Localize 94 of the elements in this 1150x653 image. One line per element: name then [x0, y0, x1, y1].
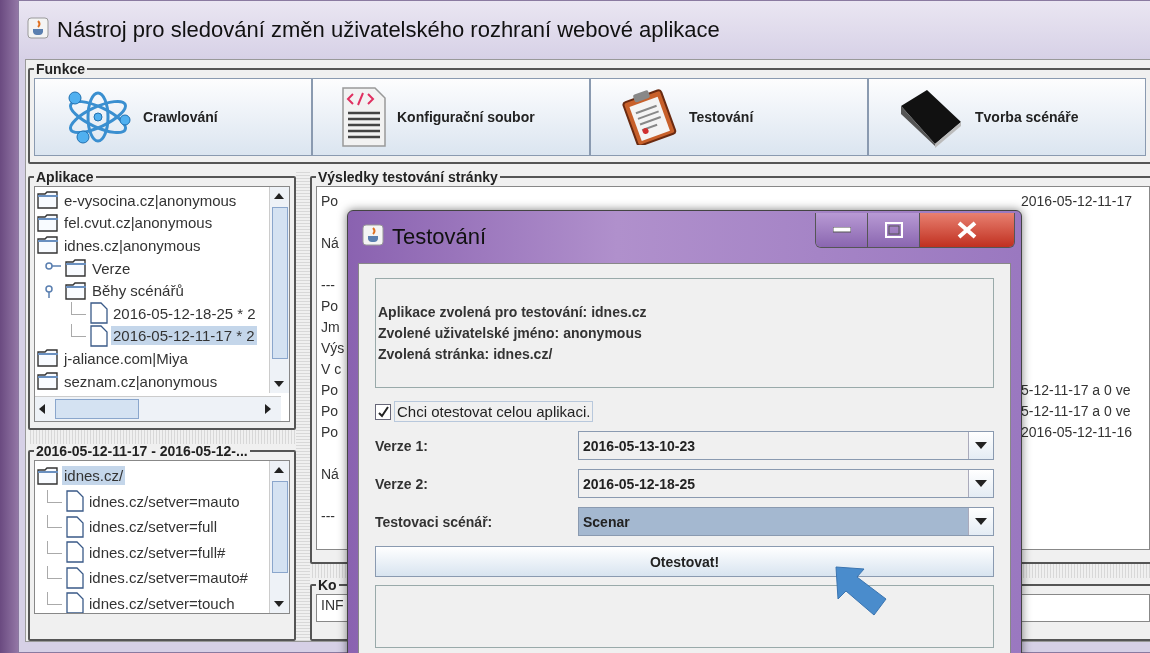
tree-line [47, 566, 62, 580]
tree-item[interactable]: Verze [90, 258, 133, 278]
scroll-left-icon[interactable] [39, 404, 45, 414]
folder-icon [37, 236, 59, 255]
folder-icon [37, 466, 59, 485]
scrollbar[interactable] [269, 187, 289, 393]
result-text: Ná [321, 466, 339, 484]
file-icon [66, 490, 84, 513]
checkbox-label[interactable]: Chci otestovat celou aplikaci. [394, 401, 594, 422]
dropdown[interactable]: 2016-05-13-10-23 [578, 431, 994, 460]
group-title: Ko [317, 578, 338, 592]
function-button[interactable]: Crawlování [34, 78, 312, 156]
tree-item[interactable]: idnes.cz/ [62, 466, 126, 486]
tree-item[interactable]: seznam.cz|anonymous [62, 371, 220, 391]
folder-icon [65, 259, 87, 278]
tree-item[interactable]: Běhy scénářů [90, 281, 186, 301]
window-title: Nástroj pro sledování změn uživatelského rozhraní webové aplikace [57, 17, 720, 43]
tree-line [47, 515, 62, 529]
dropdown[interactable]: 2016-05-12-18-25 [578, 469, 994, 498]
tree-line [47, 489, 62, 503]
dropdown[interactable]: Scenar [578, 507, 994, 536]
dropdown-arrow-icon [975, 518, 987, 525]
folder-icon [37, 213, 59, 232]
checkbox[interactable] [375, 403, 391, 420]
scrollbar[interactable] [35, 396, 281, 421]
folder-icon [65, 281, 87, 300]
tree-item[interactable]: 2016-05-12-18-25 * 2 [111, 303, 258, 323]
result-text: Jm [321, 319, 340, 337]
tree-item[interactable]: idnes.cz/setver=touch [87, 593, 237, 613]
tree-item[interactable]: j-aliance.com|Miya [62, 348, 190, 368]
result-text: --- [321, 277, 335, 295]
scroll-right-icon[interactable] [265, 404, 271, 414]
tree-item[interactable]: 2016-05-12-11-17 * 2 [111, 326, 257, 346]
minimize-icon [832, 227, 851, 233]
tree-item[interactable]: fel.cvut.cz|anonymous [62, 213, 215, 233]
result-text: Po [321, 403, 339, 421]
result-text: 2016-05-12-11-16 [1021, 424, 1133, 442]
folder-icon [37, 191, 59, 210]
code-document-icon [341, 86, 387, 148]
function-button[interactable]: Tvorba scénáře [868, 78, 1146, 156]
result-text: --- [321, 508, 335, 526]
tree-item[interactable]: idnes.cz/setver=full# [87, 542, 228, 562]
result-text: Výs [321, 340, 345, 358]
result-text: Po [321, 382, 339, 400]
result-text: Ná [321, 235, 339, 253]
file-icon [90, 324, 108, 347]
tree-line [47, 540, 62, 554]
file-icon [66, 541, 84, 564]
dropdown-arrow-icon [975, 480, 987, 487]
result-text: 2016-05-12-11-17 [1021, 193, 1133, 211]
tree-item[interactable]: e-vysocina.cz|anonymous [62, 190, 239, 210]
group-title: Funkce [35, 62, 86, 76]
result-text: V c [321, 361, 342, 379]
group-title: Výsledky testování stránky [317, 170, 499, 184]
folder-icon [37, 349, 59, 368]
tree-item[interactable]: idnes.cz/setver=mauto [87, 491, 242, 511]
scrollbar[interactable] [269, 461, 289, 613]
result-text: Po [321, 298, 339, 316]
field-label: Verze 2: [375, 475, 429, 492]
scroll-up-icon[interactable] [274, 193, 284, 199]
tree-line [47, 591, 62, 605]
file-icon [66, 515, 84, 538]
dropdown-arrow-icon [975, 442, 987, 449]
field-label: Testovaci scénář: [375, 513, 494, 530]
result-text: Po [321, 424, 339, 442]
tree-line [71, 324, 86, 338]
field-label: Verze 1: [375, 437, 429, 454]
result-text: 5-12-11-17 a 0 ve [1021, 403, 1131, 421]
group-title: 2016-05-12-11-17 - 2016-05-12-... [35, 444, 249, 458]
minimize-button[interactable] [816, 213, 868, 247]
info-text: Zvolené uživatelské jméno: anonymous [378, 323, 643, 343]
result-text: Po [321, 193, 339, 211]
close-icon [956, 221, 978, 239]
scroll-up-icon[interactable] [274, 467, 284, 473]
file-icon [90, 302, 108, 325]
maximize-button[interactable] [868, 213, 920, 247]
tree-line [71, 301, 86, 315]
dialog-title: Testování [392, 224, 487, 250]
test-button[interactable]: Otestovat! [375, 546, 994, 577]
tree-item[interactable]: idnes.cz|anonymous [62, 236, 203, 255]
function-button[interactable]: Testování [590, 78, 868, 156]
close-button[interactable] [920, 213, 1014, 247]
info-text: Aplikace zvolená pro testování: idnes.cz [378, 302, 648, 322]
file-icon [66, 566, 84, 589]
folder-icon [37, 372, 59, 391]
tree-item[interactable]: idnes.cz/setver=mauto# [87, 568, 250, 588]
result-text: 5-12-11-17 a 0 ve [1021, 382, 1131, 400]
scroll-down-icon[interactable] [274, 381, 284, 387]
info-text: Zvolená stránka: idnes.cz/ [378, 344, 554, 364]
function-button[interactable]: Konfigurační soubor [312, 78, 590, 156]
group-title: Aplikace [35, 170, 95, 184]
maximize-icon [884, 222, 903, 238]
tree-item[interactable]: idnes.cz/setver=full [87, 517, 219, 537]
scroll-down-icon[interactable] [274, 601, 284, 607]
